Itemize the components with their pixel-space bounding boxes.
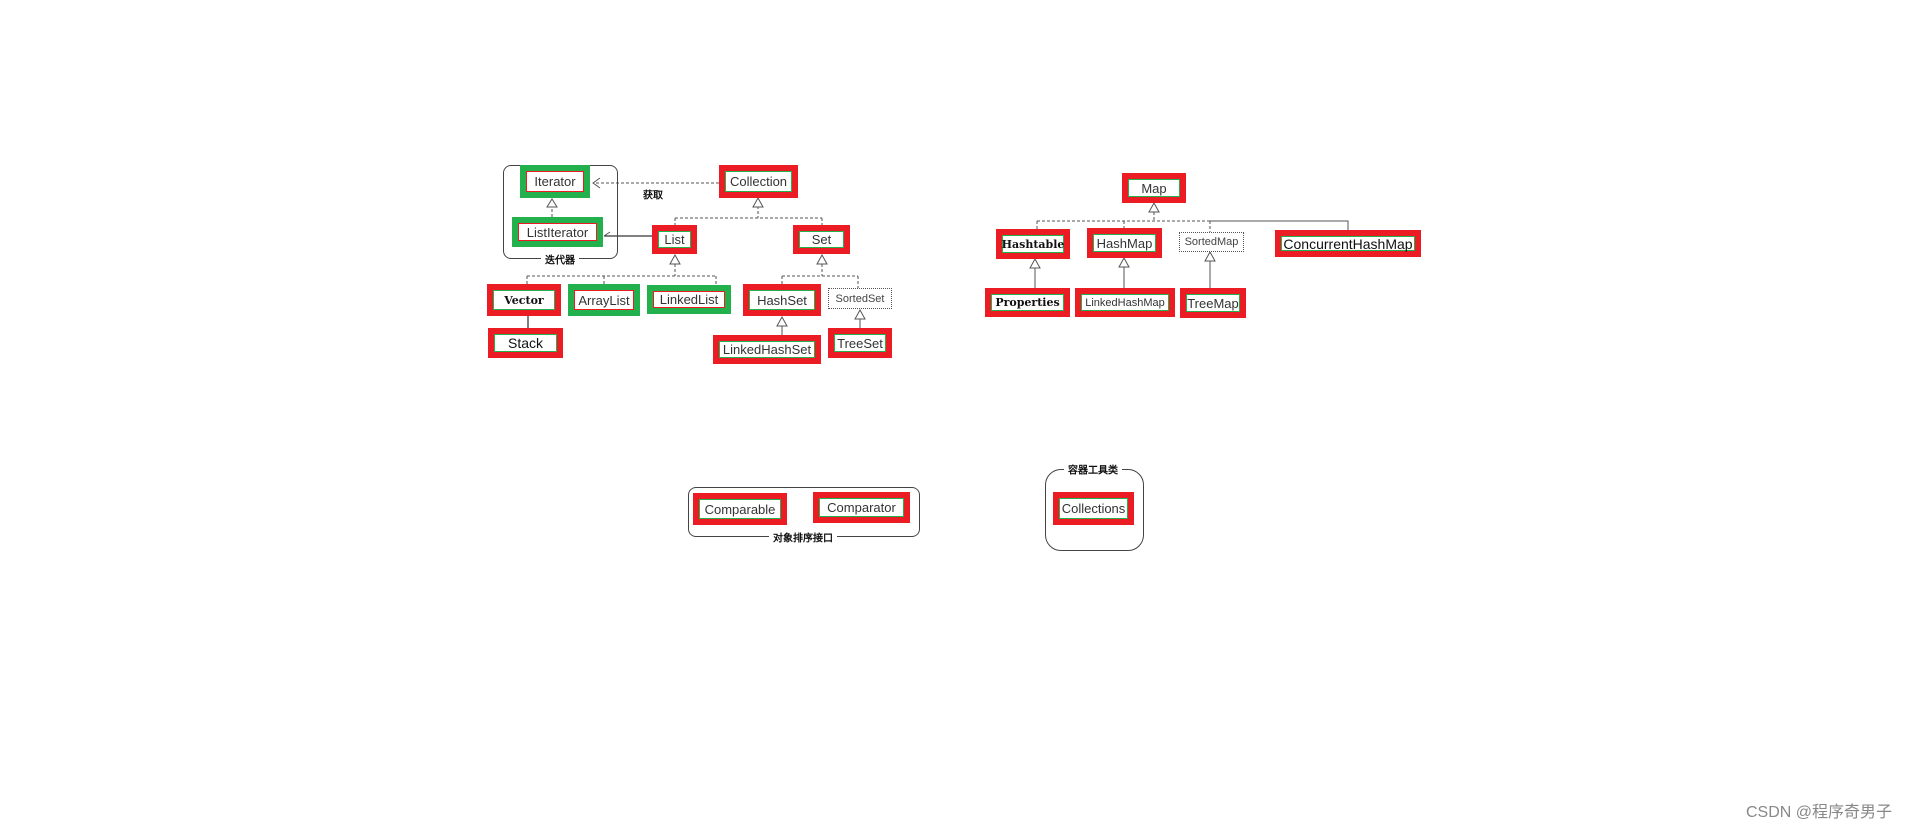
node-array-list: ArrayList (568, 284, 640, 316)
node-label: LinkedHashMap (1085, 296, 1165, 309)
node-iterator: Iterator (520, 165, 590, 198)
node-linked-list: LinkedList (647, 285, 731, 314)
node-label: ArrayList (578, 292, 630, 308)
node-hash-map: HashMap (1087, 228, 1162, 258)
node-label: List (664, 232, 685, 247)
get-label: 获取 (643, 190, 663, 202)
node-label: Collection (729, 174, 788, 189)
node-hash-set: HashSet (743, 284, 821, 316)
utility-group-label: 容器工具类 (1064, 461, 1122, 477)
node-comparator: Comparator (813, 492, 910, 523)
node-vector: Vector (487, 284, 561, 316)
node-linked-hash-map: LinkedHashMap (1075, 288, 1175, 317)
watermark: CSDN @程序奇男子 (1745, 804, 1892, 821)
sorting-group-label: 对象排序接口 (769, 529, 837, 545)
node-label: TreeSet (837, 335, 883, 351)
node-label: Properties (995, 296, 1060, 309)
node-set: Set (793, 225, 850, 254)
node-collection: Collection (719, 165, 798, 198)
node-tree-map: TreeMap (1180, 288, 1246, 318)
node-linked-hash-set: LinkedHashSet (713, 335, 821, 364)
node-sorted-set: SortedSet (828, 288, 892, 309)
node-properties: Properties (985, 288, 1070, 317)
node-label: Iterator (534, 174, 576, 189)
node-label: Stack (507, 335, 543, 351)
node-label: Comparator (827, 500, 896, 515)
node-label: Map (1141, 180, 1167, 196)
connector-lines (526, 177, 1349, 335)
node-label: Set (811, 232, 832, 247)
node-label: Collections (1061, 501, 1126, 516)
iterator-group-label: 迭代器 (541, 251, 579, 267)
node-label: LinkedList (659, 292, 719, 307)
node-label: HashSet (757, 292, 807, 308)
node-comparable: Comparable (693, 493, 787, 525)
node-collections: Collections (1053, 492, 1134, 525)
node-concurrent-hash-map: ConcurrentHashMap (1275, 230, 1421, 257)
node-label: Comparable (704, 501, 776, 517)
node-tree-set: TreeSet (828, 328, 892, 358)
node-label: ListIterator (526, 224, 589, 240)
node-list: List (652, 225, 697, 254)
node-stack: Stack (488, 328, 563, 358)
node-label: TreeMap (1187, 295, 1239, 311)
node-label: HashMap (1096, 235, 1153, 251)
node-label: SortedSet (835, 292, 885, 305)
node-hashtable: Hashtable (996, 229, 1070, 259)
node-label: LinkedHashSet (722, 342, 812, 357)
node-label: Hashtable (1001, 237, 1065, 251)
node-map: Map (1122, 173, 1186, 203)
node-label: SortedMap (1184, 236, 1239, 248)
node-label: ConcurrentHashMap (1283, 235, 1413, 252)
node-label: Vector (504, 293, 544, 307)
node-sorted-map: SortedMap (1179, 232, 1244, 252)
node-list-iterator: ListIterator (512, 217, 603, 247)
